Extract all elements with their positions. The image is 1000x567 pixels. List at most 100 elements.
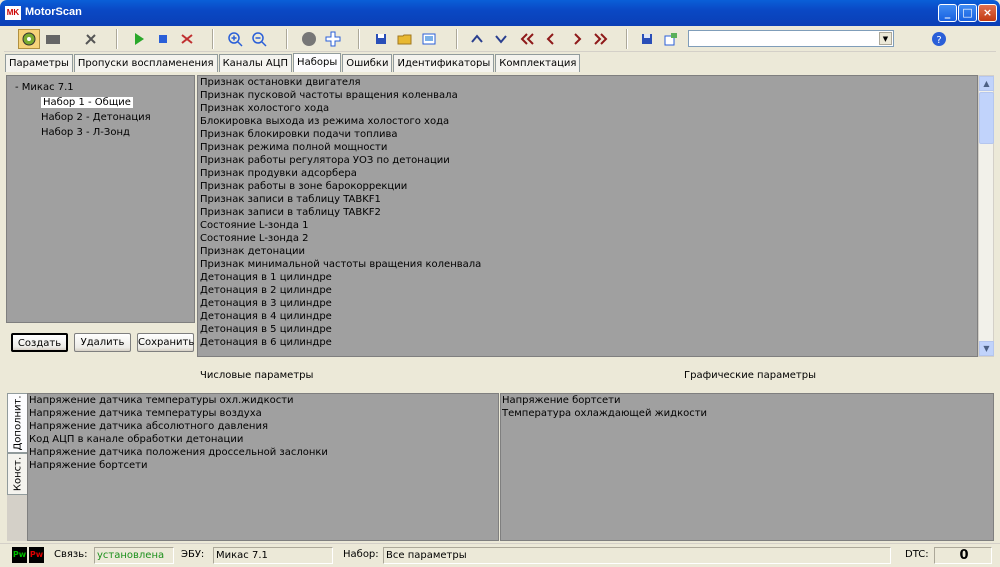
ecu-label: ЭБУ:: [181, 549, 205, 560]
tab-equipment[interactable]: Комплектация: [495, 54, 581, 72]
open-folder-icon[interactable]: [394, 29, 416, 49]
set-buttons: Создать Удалить Сохранить: [11, 333, 200, 352]
numeric-param-item[interactable]: Напряжение датчика температуры воздуха: [28, 407, 498, 420]
tab-misfires[interactable]: Пропуски воспламенения: [73, 54, 218, 72]
list-item[interactable]: Детонация в 1 цилиндре: [198, 271, 977, 284]
list-item[interactable]: Признак записи в таблицу TABKF2: [198, 206, 977, 219]
list-item[interactable]: Признак работы регулятора УОЗ по детонац…: [198, 154, 977, 167]
scroll-thumb[interactable]: [979, 92, 994, 144]
list-item[interactable]: Детонация в 6 цилиндре: [198, 336, 977, 349]
app-logo: MK: [5, 6, 21, 20]
graphic-params-panel: Напряжение бортсети Температура охлаждающ…: [500, 393, 994, 541]
zoom-in-icon[interactable]: [224, 29, 246, 49]
power-red-icon: Pw: [29, 547, 44, 563]
list-item[interactable]: Детонация в 5 цилиндре: [198, 323, 977, 336]
status-bar: Pw Pw Связь: установлена ЭБУ: Микас 7.1 …: [0, 543, 1000, 567]
tab-adc-channels[interactable]: Каналы АЦП: [218, 54, 293, 72]
graphic-param-item[interactable]: Температура охлаждающей жидкости: [501, 407, 993, 420]
scroll-down-icon[interactable]: ▼: [979, 341, 994, 356]
tab-sets[interactable]: Наборы: [293, 53, 342, 72]
list-item[interactable]: Детонация в 3 цилиндре: [198, 297, 977, 310]
screenshot-icon[interactable]: [418, 29, 440, 49]
tree-node-set-1[interactable]: Набор 1 - Общие: [15, 95, 194, 110]
graphic-params-header: Графические параметры: [684, 370, 816, 381]
set-value: Все параметры: [383, 547, 891, 564]
tree-node-set-2[interactable]: Набор 2 - Детонация: [15, 110, 194, 125]
ecu-value: Микас 7.1: [213, 547, 333, 564]
list-item[interactable]: Детонация в 2 цилиндре: [198, 284, 977, 297]
minimize-button[interactable]: _: [938, 4, 957, 22]
tab-parameters[interactable]: Параметры: [5, 54, 73, 72]
tree-node-set-3[interactable]: Набор 3 - Л-Зонд: [15, 125, 194, 140]
stop-icon[interactable]: [152, 29, 174, 49]
window-title: MotorScan: [25, 6, 82, 18]
main-tabs: Параметры Пропуски воспламенения Каналы …: [5, 53, 581, 72]
clear-icon[interactable]: [176, 29, 198, 49]
record-icon[interactable]: [298, 29, 320, 49]
list-item[interactable]: Признак записи в таблицу TABKF1: [198, 193, 977, 206]
play-icon[interactable]: [128, 29, 150, 49]
dtc-count: 0: [934, 547, 992, 564]
numeric-params-header: Числовые параметры: [200, 370, 314, 381]
numeric-param-item[interactable]: Напряжение бортсети: [28, 459, 498, 472]
list-item[interactable]: Признак режима полной мощности: [198, 141, 977, 154]
double-chevron-right-icon[interactable]: [590, 29, 612, 49]
tab-errors[interactable]: Ошибки: [342, 54, 393, 72]
numeric-param-item[interactable]: Напряжение датчика положения дроссельной…: [28, 446, 498, 459]
create-button[interactable]: Создать: [11, 333, 68, 352]
numeric-param-item[interactable]: Напряжение датчика температуры охл.жидко…: [28, 394, 498, 407]
graphic-param-item[interactable]: Напряжение бортсети: [501, 394, 993, 407]
delete-button[interactable]: Удалить: [74, 333, 131, 352]
list-item[interactable]: Признак работы в зоне барокоррекции: [198, 180, 977, 193]
maximize-button[interactable]: □: [958, 4, 977, 22]
chevron-down-icon[interactable]: [490, 29, 512, 49]
connection-label: Связь:: [54, 549, 88, 560]
tab-extra[interactable]: Дополнит.: [7, 393, 27, 453]
chevron-up-icon[interactable]: [466, 29, 488, 49]
set-label: Набор:: [343, 549, 379, 560]
window-settings-icon[interactable]: [660, 29, 682, 49]
chevron-left-icon[interactable]: [540, 29, 562, 49]
tab-identifiers[interactable]: Идентификаторы: [393, 54, 495, 72]
numeric-param-item[interactable]: Код АЦП в канале обработки детонации: [28, 433, 498, 446]
connection-status: установлена: [94, 547, 174, 564]
vertical-scrollbar[interactable]: ▲ ▼: [978, 75, 994, 357]
zoom-out-icon[interactable]: [248, 29, 270, 49]
numeric-params-panel: Напряжение датчика температуры охл.жидко…: [27, 393, 499, 541]
tools-icon[interactable]: [80, 29, 102, 49]
side-tabs: Дополнит. Конст.: [7, 393, 27, 541]
help-icon[interactable]: ?: [928, 29, 950, 49]
list-item[interactable]: Признак пусковой частоты вращения коленв…: [198, 89, 977, 102]
list-item[interactable]: Признак холостого хода: [198, 102, 977, 115]
toolbar-combo[interactable]: ▼: [688, 30, 894, 47]
chevron-down-icon[interactable]: ▼: [879, 32, 892, 45]
add-icon[interactable]: [322, 29, 344, 49]
title-bar: MK MotorScan _ □ ×: [0, 0, 1000, 26]
save-icon[interactable]: [370, 29, 392, 49]
parameter-list: Признак остановки двигателя Признак пуско…: [197, 75, 978, 357]
dtc-label: DTC:: [905, 549, 929, 560]
list-item[interactable]: Детонация в 4 цилиндре: [198, 310, 977, 323]
double-chevron-left-icon[interactable]: [516, 29, 538, 49]
sets-tree-panel: - Микас 7.1 Набор 1 - Общие Набор 2 - Де…: [6, 75, 195, 323]
tab-const[interactable]: Конст.: [7, 453, 27, 495]
scroll-up-icon[interactable]: ▲: [979, 76, 994, 91]
list-item[interactable]: Блокировка выхода из режима холостого хо…: [198, 115, 977, 128]
list-item[interactable]: Состояние L-зонда 2: [198, 232, 977, 245]
close-button[interactable]: ×: [978, 4, 997, 22]
ecu-icon[interactable]: [42, 29, 64, 49]
list-item[interactable]: Признак продувки адсорбера: [198, 167, 977, 180]
power-green-icon: Pw: [12, 547, 27, 563]
svg-text:?: ?: [936, 35, 941, 46]
connect-icon[interactable]: [18, 29, 40, 49]
numeric-param-item[interactable]: Напряжение датчика абсолютного давления: [28, 420, 498, 433]
list-item[interactable]: Признак остановки двигателя: [198, 76, 977, 89]
list-item[interactable]: Признак детонации: [198, 245, 977, 258]
save-disk-icon[interactable]: [636, 29, 658, 49]
save-button[interactable]: Сохранить: [137, 333, 194, 352]
tree-root[interactable]: - Микас 7.1: [15, 80, 194, 95]
list-item[interactable]: Признак блокировки подачи топлива: [198, 128, 977, 141]
list-item[interactable]: Состояние L-зонда 1: [198, 219, 977, 232]
chevron-right-icon[interactable]: [566, 29, 588, 49]
list-item[interactable]: Признак минимальной частоты вращения кол…: [198, 258, 977, 271]
